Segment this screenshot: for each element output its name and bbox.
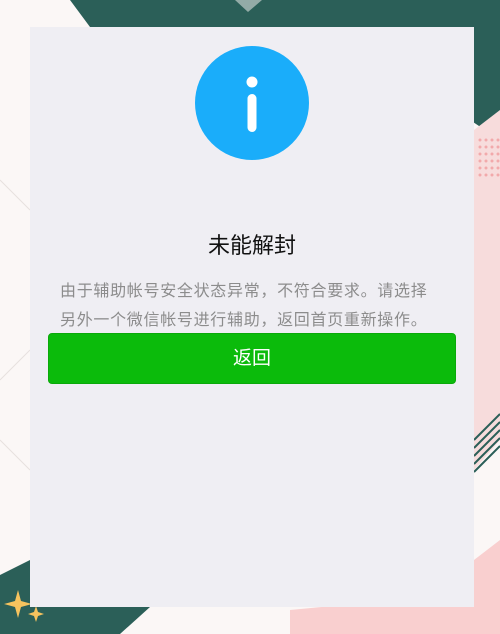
dialog-card: 未能解封 由于辅助帐号安全状态异常，不符合要求。请选择 另外一个微信帐号进行辅助… <box>30 27 474 607</box>
page-background: 未能解封 由于辅助帐号安全状态异常，不符合要求。请选择 另外一个微信帐号进行辅助… <box>0 0 500 634</box>
message-line: 另外一个微信帐号进行辅助，返回首页重新操作。 <box>60 310 428 329</box>
message-line: 由于辅助帐号安全状态异常，不符合要求。请选择 <box>60 281 428 300</box>
dialog-message: 由于辅助帐号安全状态异常，不符合要求。请选择 另外一个微信帐号进行辅助，返回首页… <box>60 276 450 334</box>
back-button[interactable]: 返回 <box>48 333 456 384</box>
dialog-title: 未能解封 <box>207 234 296 259</box>
info-icon <box>195 46 309 160</box>
